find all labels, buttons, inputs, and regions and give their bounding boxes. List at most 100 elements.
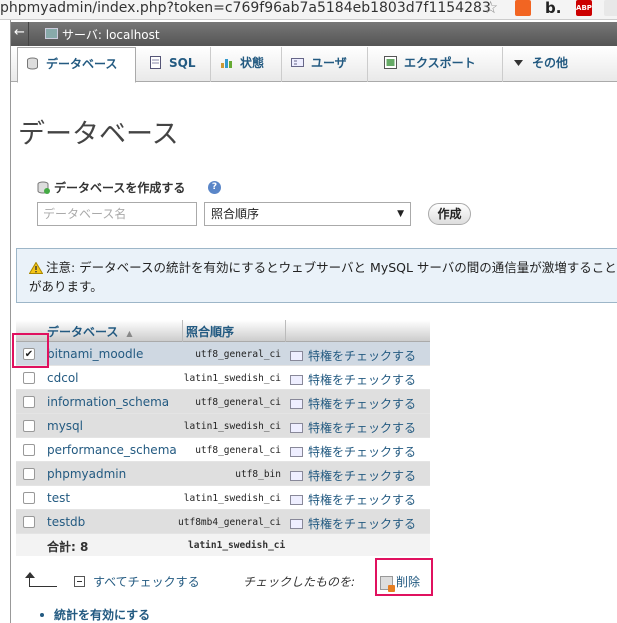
dropdown-arrow-icon: ▼ — [397, 209, 404, 219]
browser-url-bar[interactable]: phpmyadmin/index.php?token=c769f96ab7a51… — [0, 0, 617, 20]
check-all-link[interactable]: すべてチェックする — [74, 573, 200, 590]
help-icon[interactable]: ? — [208, 181, 221, 194]
database-link[interactable]: phpmyadmin — [47, 467, 126, 481]
extension-b-icon[interactable]: b. — [545, 0, 561, 16]
row-checkbox[interactable] — [23, 420, 35, 432]
privileges-icon — [290, 446, 303, 457]
row-checkbox[interactable] — [23, 372, 35, 384]
collation-value: utf8_bin — [235, 469, 281, 480]
status-icon — [221, 59, 232, 68]
collation-value: latin1_swedish_ci — [183, 493, 281, 504]
collation-value: utf8_general_ci — [195, 349, 281, 360]
privileges-icon — [290, 422, 303, 433]
table-row[interactable]: testdb utf8mb4_general_ci 特権をチェックする — [16, 510, 430, 534]
database-icon — [27, 57, 38, 70]
privileges-icon — [290, 374, 303, 385]
table-header: データベース ▲ 照合順序 — [16, 320, 430, 342]
highlight-box — [375, 558, 433, 596]
tab-users[interactable]: ユーザ — [283, 47, 368, 82]
server-breadcrumb: ← サーバ: localhost — [11, 22, 617, 46]
check-privileges-link[interactable]: 特権をチェックする — [290, 491, 416, 508]
highlight-box — [12, 333, 49, 368]
chevron-down-icon — [514, 60, 523, 66]
privileges-icon — [290, 350, 303, 361]
stats-notice: 注意: データベースの統計を有効にするとウェブサーバと MySQL サーバの間の… — [16, 248, 617, 303]
privileges-icon — [290, 518, 303, 529]
enable-stats-link[interactable]: 統計を有効にする — [40, 606, 150, 623]
select-arrow-icon — [25, 572, 57, 587]
collation-select[interactable]: 照合順序 ▼ — [204, 202, 411, 226]
database-link[interactable]: mysql — [47, 419, 83, 433]
tab-export[interactable]: エクスポート — [376, 47, 503, 82]
check-privileges-link[interactable]: 特権をチェックする — [290, 515, 416, 532]
row-checkbox[interactable] — [23, 468, 35, 480]
total-collation: latin1_swedish_ci — [188, 540, 286, 551]
warning-icon — [29, 261, 43, 274]
check-privileges-link[interactable]: 特権をチェックする — [290, 371, 416, 388]
collation-value: utf8_general_ci — [195, 445, 281, 456]
tab-databases[interactable]: データベース — [17, 47, 136, 83]
database-link[interactable]: test — [47, 491, 70, 505]
table-row[interactable]: ✔ bitnami_moodle utf8_general_ci 特権をチェック… — [16, 342, 430, 366]
users-icon — [291, 58, 304, 67]
check-all-icon — [74, 576, 85, 587]
url-text[interactable]: phpmyadmin/index.php?token=c769f96ab7a51… — [0, 0, 491, 16]
collation-value: latin1_swedish_ci — [183, 373, 281, 384]
new-database-icon — [37, 181, 50, 194]
table-row[interactable]: performance_schema utf8_general_ci 特権をチェ… — [16, 438, 430, 462]
privileges-icon — [290, 398, 303, 409]
total-label: 合計: 8 — [47, 540, 89, 554]
column-header-collation[interactable]: 照合順序 — [186, 323, 234, 340]
privileges-icon — [290, 494, 303, 505]
table-row[interactable]: test latin1_swedish_ci 特権をチェックする — [16, 486, 430, 510]
database-link[interactable]: testdb — [47, 515, 85, 529]
database-link[interactable]: bitnami_moodle — [47, 347, 143, 361]
adblock-icon[interactable]: ABP — [576, 0, 592, 16]
table-row[interactable]: phpmyadmin utf8_bin 特権をチェックする — [16, 462, 430, 486]
collation-value: utf8_general_ci — [195, 397, 281, 408]
create-db-heading: データベースを作成する — [37, 179, 185, 196]
back-arrow-icon[interactable]: ← — [11, 22, 29, 46]
tab-status[interactable]: 状態 — [212, 47, 282, 82]
row-checkbox[interactable] — [23, 444, 35, 456]
privileges-icon — [290, 470, 303, 481]
top-tabs: データベース SQL 状態 ユーザ エクスポート その他 — [11, 47, 617, 83]
sort-ascending-icon: ▲ — [126, 329, 133, 338]
table-row[interactable]: information_schema utf8_general_ci 特権をチェ… — [16, 390, 430, 414]
table-row[interactable]: cdcol latin1_swedish_ci 特権をチェックする — [16, 366, 430, 390]
extension-gray-icon[interactable] — [604, 0, 617, 16]
export-icon — [384, 56, 397, 69]
create-button[interactable]: 作成 — [428, 203, 471, 225]
column-divider — [285, 320, 286, 342]
column-divider — [182, 320, 183, 342]
bookmark-star-icon[interactable]: ☆ — [483, 0, 498, 18]
column-header-database[interactable]: データベース ▲ — [47, 323, 133, 340]
check-privileges-link[interactable]: 特権をチェックする — [290, 395, 416, 412]
tab-more[interactable]: その他 — [504, 47, 594, 82]
database-name-input[interactable] — [37, 202, 197, 226]
frame-divider — [10, 20, 11, 623]
check-privileges-link[interactable]: 特権をチェックする — [290, 347, 416, 364]
bullet-icon — [40, 612, 44, 617]
sql-icon — [150, 56, 161, 69]
row-checkbox[interactable] — [23, 396, 35, 408]
database-link[interactable]: cdcol — [47, 371, 79, 385]
server-link[interactable]: サーバ: localhost — [62, 26, 160, 43]
check-privileges-link[interactable]: 特権をチェックする — [290, 467, 416, 484]
extension-icon[interactable] — [515, 0, 531, 16]
row-checkbox[interactable] — [23, 516, 35, 528]
page-title: データベース — [18, 119, 179, 150]
collation-value: utf8mb4_general_ci — [178, 517, 281, 528]
tab-sql[interactable]: SQL — [141, 47, 211, 82]
collation-value: latin1_swedish_ci — [183, 421, 281, 432]
check-privileges-link[interactable]: 特権をチェックする — [290, 419, 416, 436]
database-link[interactable]: performance_schema — [47, 443, 177, 457]
server-icon — [45, 28, 58, 39]
table-row[interactable]: mysql latin1_swedish_ci 特権をチェックする — [16, 414, 430, 438]
check-privileges-link[interactable]: 特権をチェックする — [290, 443, 416, 460]
table-total-row: 合計: 8 latin1_swedish_ci — [16, 534, 430, 556]
database-link[interactable]: information_schema — [47, 395, 169, 409]
with-selected-label: チェックしたものを: — [243, 575, 356, 589]
row-checkbox[interactable] — [23, 492, 35, 504]
databases-table: データベース ▲ 照合順序 ✔ bitnami_moodle utf8_gener… — [16, 320, 430, 556]
